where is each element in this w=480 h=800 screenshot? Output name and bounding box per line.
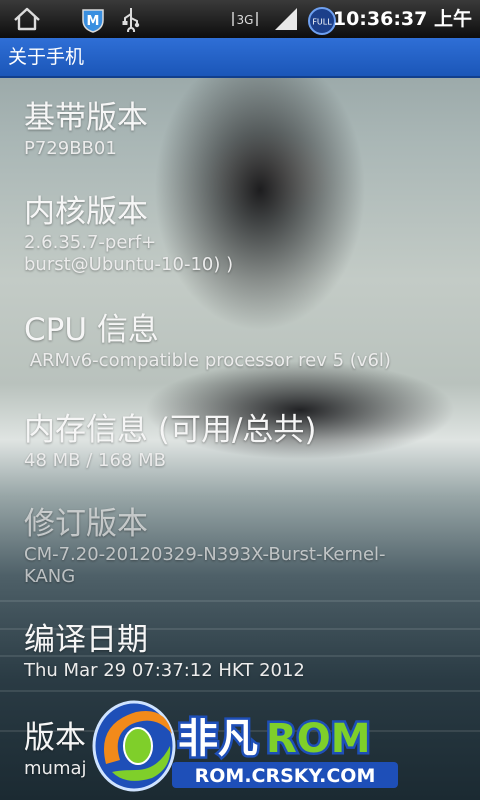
status-bar: M 3G FULL 10:36:37 上午 <box>0 0 480 38</box>
status-clock: 10:36:37 上午 <box>332 8 472 30</box>
item-label: 修订版本 <box>24 506 148 542</box>
svg-text:M: M <box>87 14 100 29</box>
item-value: Thu Mar 29 07:37:12 HKT 2012 <box>24 660 305 681</box>
network-type-label: 3G <box>237 13 254 27</box>
feifan-rom-watermark-logo: 非凡 ROM ROM.CRSKY.COM <box>86 694 402 794</box>
item-value: ARMv6-compatible processor rev 5 (v6l) <box>24 350 391 371</box>
page-title: 关于手机 <box>8 46 85 68</box>
swirl-logo-icon <box>92 700 176 792</box>
item-label: 内存信息 (可用/总共) <box>24 412 317 448</box>
item-value: 48 MB / 168 MB <box>24 450 166 471</box>
title-bar: 关于手机 <box>0 38 480 78</box>
item-value: P729BB01 <box>24 138 117 159</box>
list-item-revision[interactable]: 修订版本 CM-7.20-20120329-N393X-Burst-Kernel… <box>24 504 464 588</box>
brand-en-text: ROM <box>266 716 371 762</box>
list-item-memory[interactable]: 内存信息 (可用/总共) 48 MB / 168 MB <box>24 410 464 472</box>
item-value-line: burst@Ubuntu-10-10) ) <box>24 254 234 275</box>
item-value-line: KANG <box>24 566 76 587</box>
shield-app-icon: M <box>78 6 108 33</box>
item-label: 基带版本 <box>24 100 148 136</box>
usb-icon <box>118 6 144 35</box>
list-item-baseband[interactable]: 基带版本 P729BB01 <box>24 98 464 160</box>
data-3g-icon: 3G <box>230 6 260 32</box>
list-item-cpu[interactable]: CPU 信息 ARMv6-compatible processor rev 5 … <box>24 310 464 372</box>
item-value-line: CM-7.20-20120329-N393X-Burst-Kernel- <box>24 544 386 565</box>
brand-url-text: ROM.CRSKY.COM <box>195 765 376 787</box>
battery-label: FULL <box>312 18 332 27</box>
item-label: 内核版本 <box>24 194 148 230</box>
list-item-kernel[interactable]: 内核版本 2.6.35.7-perf+ burst@Ubuntu-10-10) … <box>24 192 464 276</box>
item-label: 编译日期 <box>24 622 148 658</box>
home-icon <box>10 6 44 32</box>
signal-icon <box>270 6 300 32</box>
item-value-line: 2.6.35.7-perf+ <box>24 232 157 253</box>
brand-cn-text: 非凡 <box>178 716 258 762</box>
item-label: CPU 信息 <box>24 312 159 348</box>
list-item-build-date[interactable]: 编译日期 Thu Mar 29 07:37:12 HKT 2012 <box>24 620 464 682</box>
